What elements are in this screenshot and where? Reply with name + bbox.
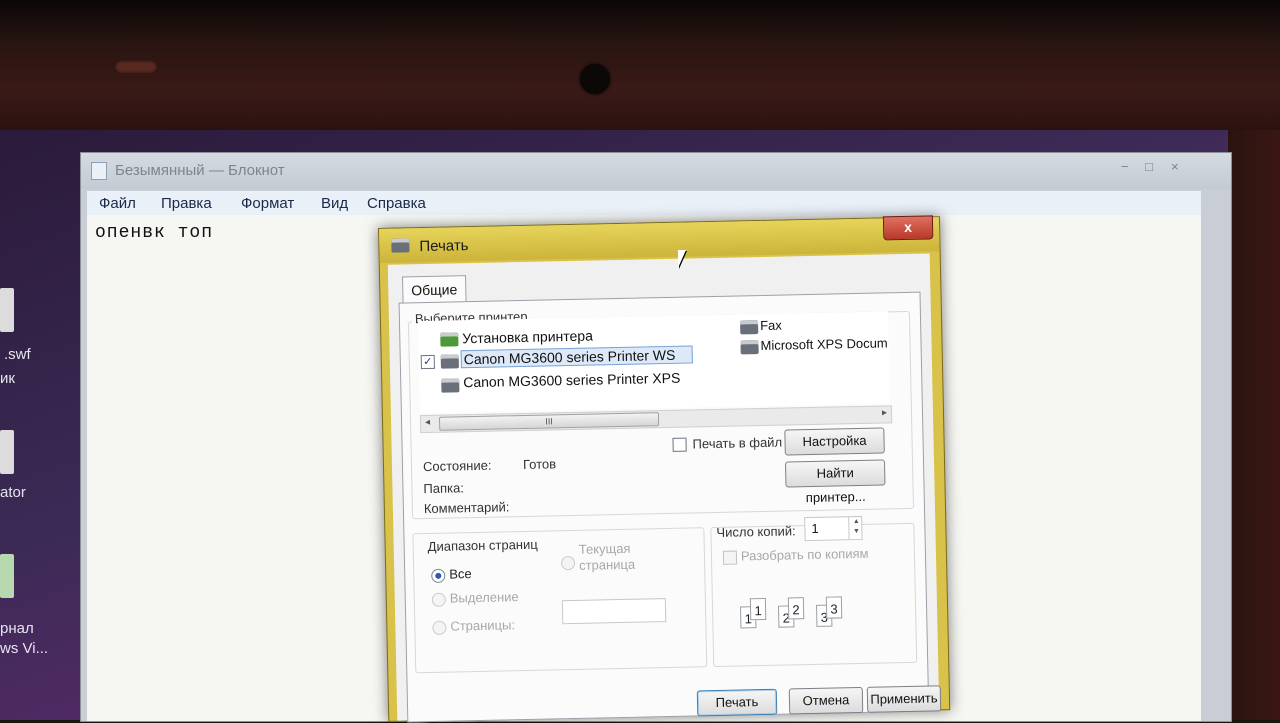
desktop-icon-label[interactable]: ws Vi... (0, 640, 48, 657)
collate-label[interactable]: Разобрать по копиям (741, 546, 869, 564)
printer-list-item[interactable]: Canon MG3600 series Printer XPS (463, 370, 680, 391)
printer-icon (440, 354, 459, 369)
tab-general[interactable]: Общие (402, 275, 467, 304)
preferences-button[interactable]: Настройка (784, 427, 885, 456)
menu-file[interactable]: Файл (99, 195, 136, 212)
tab-general-panel: Выберите принтер Установка принтера ✓ Ca… (398, 291, 930, 723)
printer-icon (441, 378, 460, 393)
range-current-label[interactable]: Текущая (579, 541, 631, 557)
notepad-menubar: Файл Правка Формат Вид Справка (87, 191, 1201, 216)
file-icon[interactable] (0, 554, 14, 598)
menu-edit[interactable]: Правка (161, 195, 212, 212)
scroll-left-icon[interactable]: ◂ (425, 417, 430, 428)
print-dialog: Печать x Общие Выберите принтер Установк… (378, 215, 951, 723)
file-icon[interactable] (0, 288, 14, 332)
close-icon[interactable]: × (1171, 159, 1179, 174)
print-to-file-label[interactable]: Печать в файл (692, 435, 782, 452)
webcam (580, 64, 610, 94)
page-range-input[interactable] (561, 598, 667, 625)
laptop-bezel (0, 0, 1280, 130)
bezel-logo (114, 60, 158, 74)
range-pages-label[interactable]: Страницы: (450, 617, 515, 633)
desktop-icon-label[interactable]: ик (0, 370, 15, 387)
notepad-title: Безымянный — Блокнот (115, 162, 285, 179)
status-value: Готов (522, 456, 557, 473)
menu-format[interactable]: Формат (241, 195, 294, 212)
desktop-icon-label[interactable]: ator (0, 484, 26, 501)
menu-help[interactable]: Справка (367, 195, 426, 212)
copies-label: Число копий: (716, 523, 796, 540)
add-printer-icon (440, 332, 459, 347)
notepad-content: опенвк топ (95, 223, 214, 243)
location-label: Папка: (423, 480, 465, 497)
printer-selected-checkbox[interactable]: ✓ (420, 354, 435, 370)
apply-button[interactable]: Применить (866, 685, 942, 713)
file-icon[interactable] (0, 430, 14, 474)
cancel-button[interactable]: Отмена (788, 686, 864, 715)
print-dialog-title: Печать (419, 237, 469, 256)
printer-icon (391, 238, 410, 253)
maximize-icon[interactable]: □ (1145, 159, 1153, 174)
range-selection-label[interactable]: Выделение (450, 589, 519, 605)
fax-icon (740, 320, 759, 335)
desktop-icon-label[interactable]: .swf (4, 346, 31, 363)
collate-page-icon: 2 (787, 597, 805, 620)
collate-checkbox[interactable] (722, 550, 738, 565)
notepad-titlebar[interactable]: Безымянный — Блокнот − □ × (81, 153, 1231, 189)
print-button[interactable]: Печать (696, 688, 778, 717)
copies-group (710, 522, 918, 668)
find-printer-button[interactable]: Найти принтер... (784, 459, 886, 505)
scroll-thumb[interactable]: III (438, 412, 660, 431)
printer-list-item[interactable]: Fax (760, 318, 782, 333)
collate-page-icon: 3 (825, 596, 843, 619)
notepad-icon (91, 162, 107, 180)
range-all-label[interactable]: Все (449, 566, 472, 581)
print-to-file-checkbox[interactable] (672, 437, 687, 452)
status-label: Состояние: (422, 457, 492, 475)
menu-view[interactable]: Вид (321, 195, 348, 212)
range-current-label-line2[interactable]: страница (579, 557, 635, 573)
copies-spinner-icon[interactable]: ▲ ▼ (848, 516, 864, 540)
print-dialog-body: Общие Выберите принтер Установка принтер… (387, 253, 942, 723)
mouse-cursor (678, 250, 686, 268)
comment-label: Комментарий: (423, 499, 510, 517)
collate-page-icon: 1 (749, 597, 767, 621)
printer-list-item[interactable]: Установка принтера (462, 328, 593, 347)
printer-list-item[interactable]: Microsoft XPS Docum (760, 335, 887, 353)
desktop-icon-label[interactable]: рнал (0, 620, 34, 637)
printer-list-item-selected[interactable]: Canon MG3600 series Printer WS (460, 345, 693, 369)
printer-list[interactable]: Установка принтера ✓ Canon MG3600 series… (417, 311, 890, 414)
printer-icon (740, 340, 759, 355)
minimize-icon[interactable]: − (1121, 159, 1129, 174)
page-range-label: Диапазон страниц (424, 536, 541, 555)
laptop-bezel-right (1228, 130, 1280, 720)
close-button[interactable]: x (882, 215, 934, 241)
scroll-right-icon[interactable]: ▸ (882, 407, 887, 418)
